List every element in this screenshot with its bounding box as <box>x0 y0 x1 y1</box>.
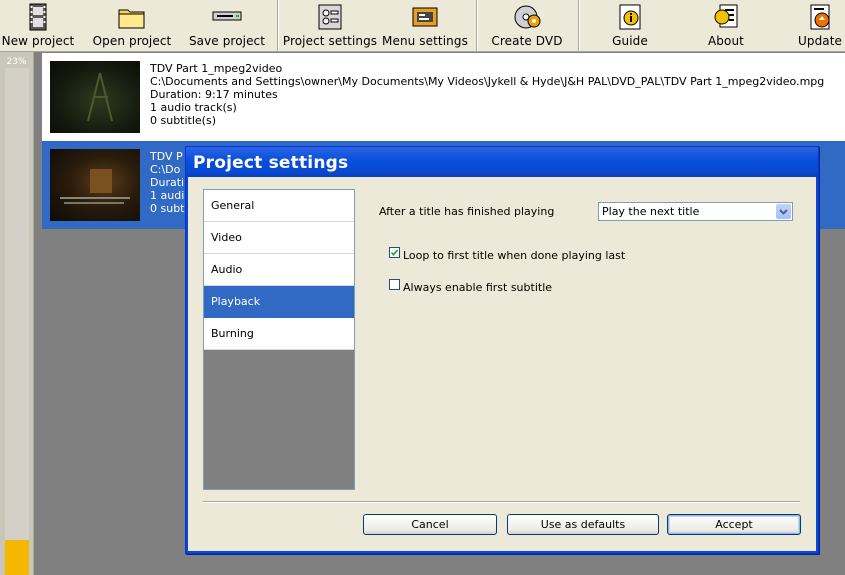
guide-button[interactable]: Guide <box>600 0 660 51</box>
about-icon <box>714 4 738 28</box>
project-settings-button[interactable]: Project settings <box>282 0 378 51</box>
video-thumbnail <box>50 149 140 221</box>
cancel-button[interactable]: Cancel <box>363 514 497 535</box>
update-label: Update <box>797 34 843 48</box>
progress-bar: 23% <box>0 52 34 575</box>
menu-settings-button[interactable]: Menu settings <box>382 0 468 51</box>
dvd-burn-icon <box>514 5 541 29</box>
save-project-label: Save project <box>188 34 266 48</box>
category-list: General Video Audio Playback Burning <box>203 189 355 490</box>
progress-text: 23% <box>6 57 27 67</box>
update-button[interactable]: Update <box>796 0 844 51</box>
title-info: TDV Part 1_mpeg2video C:\Documents and S… <box>150 62 824 127</box>
category-burning[interactable]: Burning <box>204 318 354 350</box>
title-subtitles: 0 subtitle(s) <box>150 114 216 127</box>
title-path: C:\Documents and Settings\owner\My Docum… <box>150 75 825 88</box>
title-name: TDV Part 1_mpeg2video <box>150 62 283 75</box>
save-project-button[interactable]: Save project <box>186 0 268 51</box>
project-settings-dialog: Project settings General Video Audio Pla… <box>185 146 819 554</box>
create-dvd-button[interactable]: Create DVD <box>482 0 572 51</box>
guide-icon <box>619 4 641 30</box>
title-name: TDV P <box>150 150 183 163</box>
title-path: C:\Do <box>150 163 181 176</box>
after-title-label: After a title has finished playing <box>379 205 555 218</box>
progress-fill <box>5 540 29 575</box>
film-icon <box>29 3 47 31</box>
first-subtitle-checkbox[interactable] <box>389 279 400 290</box>
loop-label[interactable]: Loop to first title when done playing la… <box>403 249 625 262</box>
dialog-divider <box>203 501 800 503</box>
use-as-defaults-button[interactable]: Use as defaults <box>507 514 659 535</box>
toolbar-separator <box>277 0 279 51</box>
dialog-body: General Video Audio Playback Burning Aft… <box>186 177 818 553</box>
toolbar-separator <box>578 0 580 51</box>
first-subtitle-label[interactable]: Always enable first subtitle <box>403 281 552 294</box>
guide-label: Guide <box>612 34 648 48</box>
category-general[interactable]: General <box>204 190 354 222</box>
progress-track <box>5 68 29 575</box>
open-project-label: Open project <box>92 34 172 48</box>
title-duration: Duration: 9:17 minutes <box>150 88 278 101</box>
about-label: About <box>708 34 744 48</box>
chevron-down-icon[interactable] <box>776 204 791 219</box>
project-settings-label: Project settings <box>282 34 378 48</box>
dialog-title[interactable]: Project settings <box>186 147 818 177</box>
checkmark-icon <box>390 249 399 257</box>
menu-settings-label: Menu settings <box>382 34 468 48</box>
settings-panel-icon <box>318 4 342 30</box>
title-row[interactable]: TDV Part 1_mpeg2video C:\Documents and S… <box>42 53 845 141</box>
new-project-button[interactable]: New project <box>0 0 76 51</box>
title-info: TDV P C:\Do Durati 1 audi 0 subt <box>150 150 185 215</box>
loop-checkbox[interactable] <box>389 247 400 258</box>
title-audio: 1 audi <box>150 189 185 202</box>
category-playback[interactable]: Playback <box>204 286 354 318</box>
accept-button[interactable]: Accept <box>667 514 801 535</box>
category-video[interactable]: Video <box>204 222 354 254</box>
new-project-label: New project <box>1 34 75 48</box>
after-title-select-value: Play the next title <box>602 205 700 218</box>
disk-drive-icon <box>212 11 242 21</box>
playback-settings-panel: After a title has finished playing Play … <box>376 189 800 489</box>
folder-icon <box>118 9 145 29</box>
open-project-button[interactable]: Open project <box>86 0 178 51</box>
toolbar-separator <box>476 0 478 51</box>
title-audio: 1 audio track(s) <box>150 101 237 114</box>
update-icon <box>810 4 830 30</box>
after-title-select[interactable]: Play the next title <box>598 202 793 221</box>
about-button[interactable]: About <box>696 0 756 51</box>
video-thumbnail <box>50 61 140 133</box>
main-toolbar: New project Open project Save project Pr… <box>0 0 845 52</box>
title-subtitles: 0 subt <box>150 202 185 215</box>
title-duration: Durati <box>150 176 185 189</box>
create-dvd-label: Create DVD <box>491 34 563 48</box>
menu-icon <box>412 7 438 27</box>
category-audio[interactable]: Audio <box>204 254 354 286</box>
